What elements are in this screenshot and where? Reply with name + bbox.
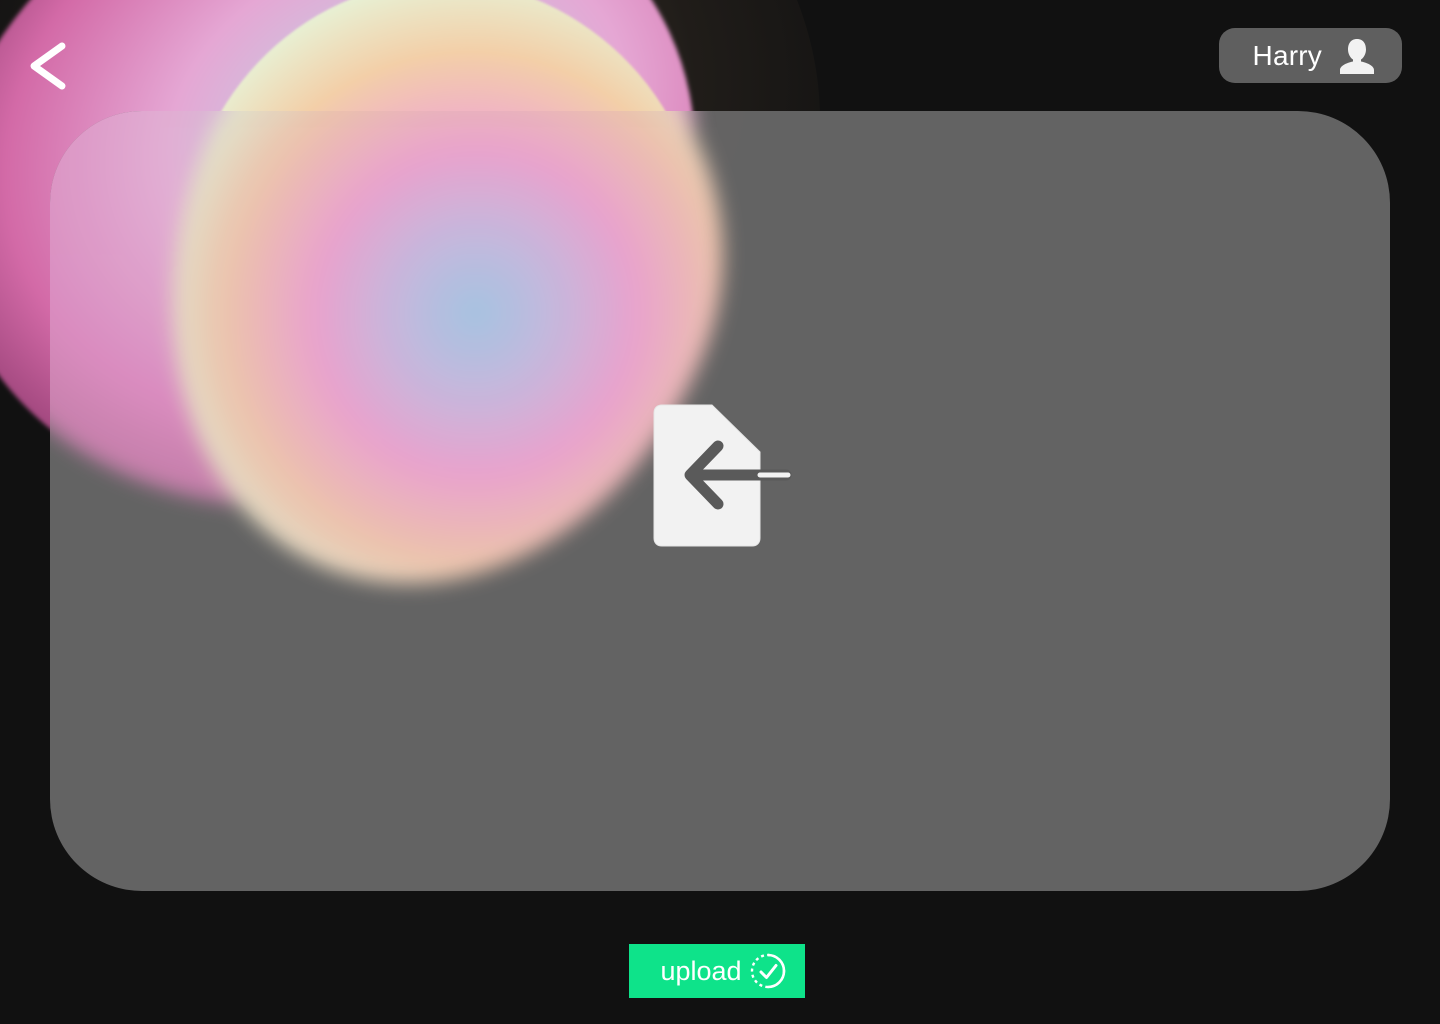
chevron-left-icon	[30, 42, 66, 90]
upload-screen: Harry upload	[0, 0, 1440, 1024]
upload-button[interactable]: upload	[629, 944, 805, 998]
back-button[interactable]	[20, 36, 76, 96]
user-profile-button[interactable]: Harry	[1219, 28, 1402, 83]
file-import-icon[interactable]	[648, 400, 798, 552]
user-name: Harry	[1252, 39, 1322, 71]
upload-label: upload	[660, 955, 742, 986]
user-icon	[1336, 35, 1378, 77]
blurred-blob-inner	[75, 111, 805, 669]
check-circle-dashed-icon	[748, 951, 788, 991]
